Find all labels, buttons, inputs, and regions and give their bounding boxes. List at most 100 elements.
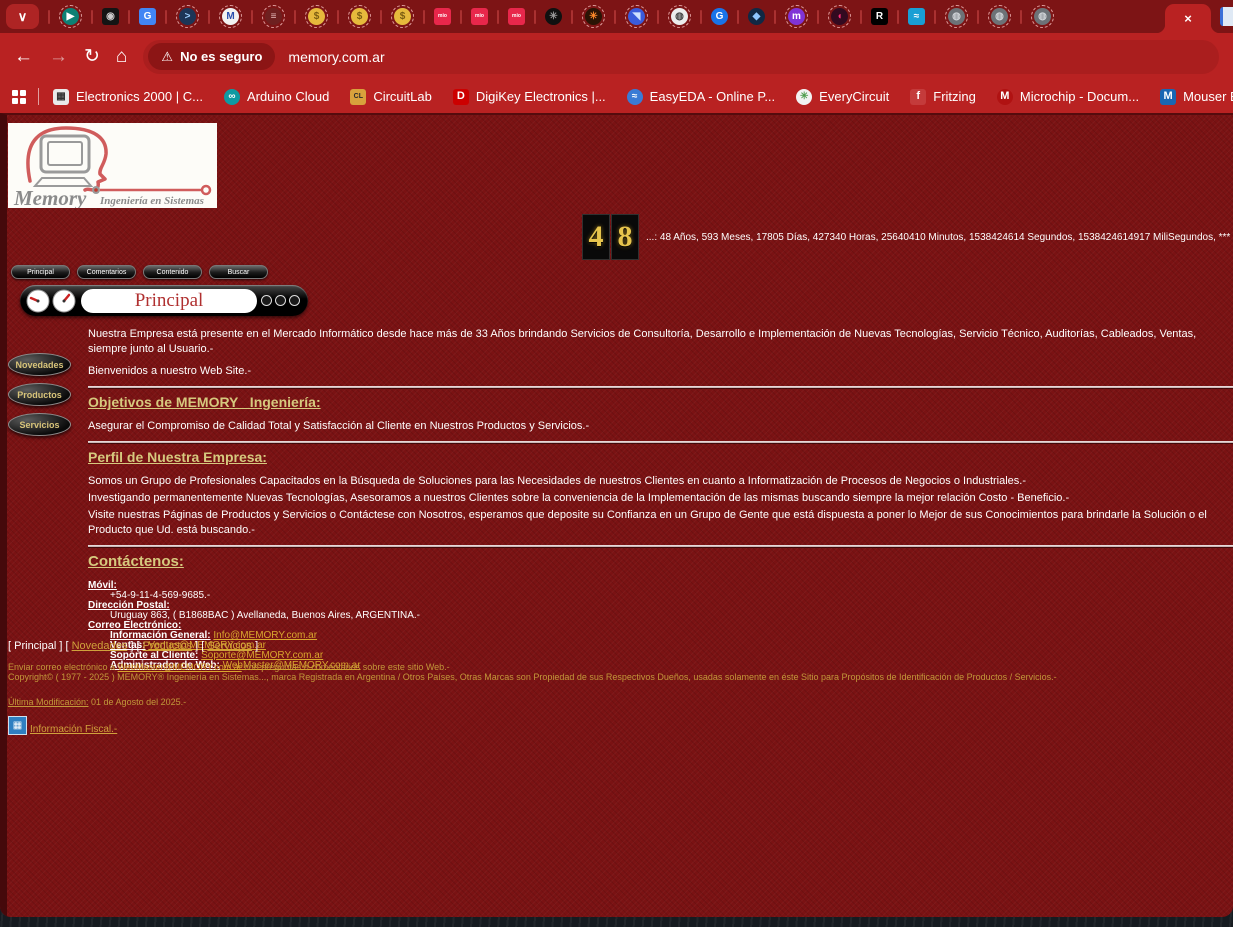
- nav-button-buscar[interactable]: Buscar: [209, 265, 268, 279]
- browser-window: ∨ ▶◉G>M≡$$$miomiomio✳✳◥◍G◆m◖R≈◍◍◍ × ← → …: [0, 0, 1233, 917]
- welcome-paragraph: Bienvenidos a nuestro Web Site.-: [88, 364, 1233, 379]
- tab-stack-red[interactable]: ≡: [242, 5, 285, 28]
- tab-google-g[interactable]: G: [691, 8, 728, 25]
- warning-icon: ⚠: [161, 49, 173, 65]
- arduino-cloud-icon: ∞: [224, 89, 240, 105]
- sidebar-item-productos[interactable]: Productos: [8, 383, 71, 406]
- visit-counter: 4 8 ...: 48 Años, 593 Meses, 17805 Días,…: [582, 214, 1233, 260]
- bookmark-mouser[interactable]: MMouser Electronics: [1160, 89, 1233, 105]
- forward-icon[interactable]: →: [49, 47, 68, 66]
- footer-nav-novedades[interactable]: Novedades: [72, 640, 128, 652]
- terminal-blue-icon: >: [179, 8, 196, 25]
- tab-starburst-orange[interactable]: ✳: [562, 5, 605, 28]
- tab-terminal-blue[interactable]: >: [156, 5, 199, 28]
- bookmark-label: Fritzing: [933, 89, 976, 104]
- microchip-icon: M: [997, 89, 1013, 105]
- logo-drawing: Memory Ingeniería en Sistemas: [8, 123, 217, 208]
- tab-globe-2[interactable]: ◍: [968, 5, 1011, 28]
- tab-gemini-diamond[interactable]: ◆: [728, 8, 765, 25]
- banner-title-panel: Principal: [81, 289, 257, 313]
- tab-magenta-shape[interactable]: ◖: [808, 5, 851, 28]
- gemini-diamond-icon: ◆: [748, 8, 765, 25]
- address-bar[interactable]: ⚠ No es seguro memory.com.ar: [143, 40, 1219, 74]
- bookmark-label: Electronics 2000 | C...: [76, 89, 203, 104]
- m-white-icon: M: [222, 8, 239, 25]
- tab-camera-black[interactable]: ◉: [82, 8, 119, 25]
- tab-translate[interactable]: G: [119, 8, 156, 25]
- bookmarks-bar: ▦Electronics 2000 | C... ∞ Arduino Cloud CL…: [0, 80, 1233, 113]
- counter-text: ...: 48 Años, 593 Meses, 17805 Días, 427…: [646, 232, 1233, 243]
- bookmark-digikey[interactable]: DDigiKey Electronics |...: [453, 89, 606, 105]
- footer-nav-servicios[interactable]: Servicios: [207, 640, 252, 652]
- bookmark-microchip[interactable]: M Microchip - Docum...: [997, 89, 1139, 105]
- tab-bar: ∨ ▶◉G>M≡$$$miomiomio✳✳◥◍G◆m◖R≈◍◍◍ ×: [0, 0, 1233, 33]
- bracket: ]: [252, 640, 258, 652]
- tab-r-black[interactable]: R: [851, 8, 888, 25]
- bookmark-label: DigiKey Electronics |...: [476, 89, 606, 104]
- back-icon[interactable]: ←: [14, 47, 33, 66]
- tab-m-white[interactable]: M: [199, 5, 242, 28]
- perfil-paragraph: Somos un Grupo de Profesionales Capacita…: [88, 474, 1233, 489]
- tab-coin-3[interactable]: $: [371, 5, 414, 28]
- perfil-paragraph: Investigando permanentemente Nuevas Tecn…: [88, 491, 1233, 506]
- tab-mio-3[interactable]: mio: [488, 8, 525, 25]
- r-black-icon: R: [871, 8, 888, 25]
- home-icon[interactable]: ⌂: [116, 47, 127, 66]
- bookmark-label: CircuitLab: [373, 89, 432, 104]
- bookmark-label: Mouser Electronics: [1183, 89, 1233, 104]
- google-g-icon: G: [711, 8, 728, 25]
- reload-icon[interactable]: ↻: [84, 47, 100, 66]
- site-logo: Memory Ingeniería en Sistemas: [8, 123, 217, 208]
- tab-coin-1[interactable]: $: [285, 5, 328, 28]
- tab-globe-1[interactable]: ◍: [925, 5, 968, 28]
- translate-icon: G: [139, 8, 156, 25]
- movil-value: +54-9-11-4-569-9685.-: [88, 591, 1233, 601]
- fiscal-info-link[interactable]: Información Fiscal.-: [30, 724, 117, 735]
- tab-wing-blue[interactable]: ◥: [605, 5, 648, 28]
- nav-button-comentarios[interactable]: Comentarios: [77, 265, 136, 279]
- tab-strip: ▶◉G>M≡$$$miomiomio✳✳◥◍G◆m◖R≈◍◍◍: [39, 0, 1054, 33]
- fiscal-qr-icon[interactable]: ▦: [8, 716, 27, 735]
- fiscal-info: ▦ Información Fiscal.-: [8, 716, 1233, 735]
- tab-media-green[interactable]: ▶: [39, 5, 82, 28]
- tab-search-button[interactable]: ∨: [6, 4, 39, 29]
- bookmark-label: Microchip - Docum...: [1020, 89, 1139, 104]
- sidebar-item-servicios[interactable]: Servicios: [8, 413, 71, 436]
- tab-sphere-white[interactable]: ◍: [648, 5, 691, 28]
- section-heading-objetivos: Objetivos de MEMORY Ingeniería:: [88, 394, 1233, 410]
- nav-button-contenido[interactable]: Contenido: [143, 265, 202, 279]
- bookmark-arduino-cloud[interactable]: ∞ Arduino Cloud: [224, 89, 329, 105]
- globe-2-icon: ◍: [991, 8, 1008, 25]
- tab-mio-2[interactable]: mio: [451, 8, 488, 25]
- bookmark-circuitlab[interactable]: CL CircuitLab: [350, 89, 432, 105]
- last-modified-label: Última Modificación:: [8, 697, 89, 707]
- counter-digit: 8: [611, 214, 639, 260]
- tab-coin-2[interactable]: $: [328, 5, 371, 28]
- nav-button-principal[interactable]: Principal: [11, 265, 70, 279]
- apps-grid-icon[interactable]: [12, 90, 26, 104]
- footer-webmaster-link[interactable]: WebMaster@MEMORY.com.ar: [118, 662, 242, 672]
- tab-pulse-teal[interactable]: ≈: [888, 8, 925, 25]
- security-chip[interactable]: ⚠ No es seguro: [148, 43, 275, 70]
- bookmark-electronics-2000[interactable]: ▦Electronics 2000 | C...: [53, 89, 203, 105]
- bookmark-label: Arduino Cloud: [247, 89, 329, 104]
- tab-m-purple[interactable]: m: [765, 5, 808, 28]
- bookmark-everycircuit[interactable]: ✳EveryCircuit: [796, 89, 889, 105]
- bookmark-easyeda[interactable]: ≈EasyEDA - Online P...: [627, 89, 776, 105]
- footer-nav-productos[interactable]: Productos: [143, 640, 193, 652]
- desktop: ∨ ▶◉G>M≡$$$miomiomio✳✳◥◍G◆m◖R≈◍◍◍ × ← → …: [0, 0, 1233, 927]
- coin-2-icon: $: [351, 8, 368, 25]
- sidebar-item-novedades[interactable]: Novedades: [8, 353, 71, 376]
- url-text[interactable]: memory.com.ar: [288, 49, 384, 65]
- bookmark-label: EveryCircuit: [819, 89, 889, 104]
- tab-mio-1[interactable]: mio: [414, 8, 451, 25]
- partial-tab-favicon: [1220, 7, 1233, 26]
- tab-knot-dark[interactable]: ✳: [525, 8, 562, 25]
- bookmark-fritzing[interactable]: fFritzing: [910, 89, 976, 105]
- close-icon[interactable]: ×: [1184, 11, 1192, 26]
- active-tab[interactable]: ×: [1165, 4, 1211, 33]
- tab-globe-3[interactable]: ◍: [1011, 5, 1054, 28]
- camera-black-icon: ◉: [102, 8, 119, 25]
- sphere-white-icon: ◍: [671, 8, 688, 25]
- circuitlab-icon: CL: [350, 89, 366, 105]
